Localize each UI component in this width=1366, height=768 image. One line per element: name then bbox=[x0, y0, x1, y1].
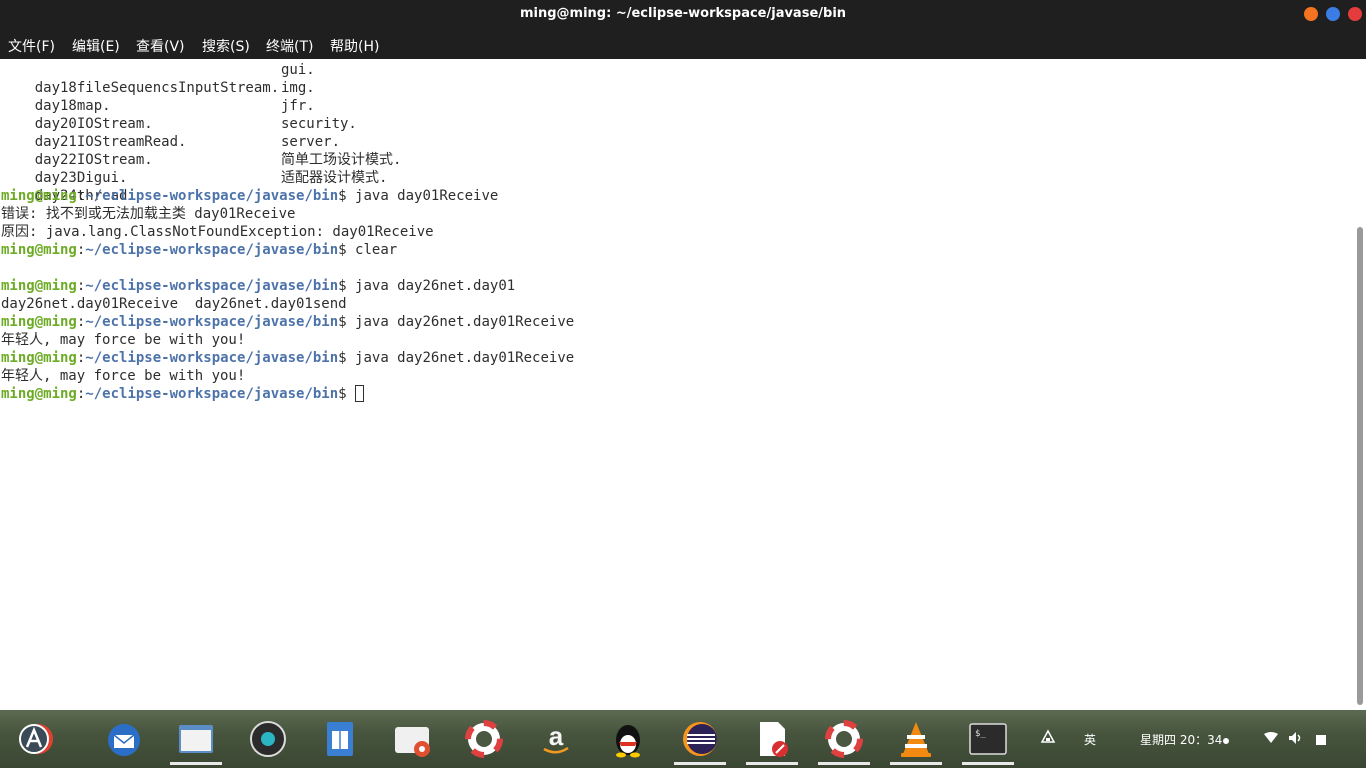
listing-right: 简单工场设计模式. bbox=[281, 152, 402, 168]
listing-row: day21IOStreamRead. security. bbox=[1, 115, 357, 150]
minimize-button[interactable] bbox=[1304, 7, 1318, 21]
running-indicator bbox=[746, 762, 798, 765]
prompt-user: ming@ming bbox=[1, 314, 77, 330]
volume-icon[interactable] bbox=[1288, 731, 1304, 748]
battery-icon[interactable] bbox=[1316, 734, 1326, 748]
prompt-path: ~/eclipse-workspace/javase/bin bbox=[85, 386, 339, 402]
prompt-user: ming@ming bbox=[1, 242, 77, 258]
amazon-icon[interactable]: a bbox=[536, 719, 576, 759]
running-indicator bbox=[170, 762, 222, 765]
prompt-path: ~/eclipse-workspace/javase/bin bbox=[85, 188, 339, 204]
close-button[interactable] bbox=[1348, 7, 1362, 21]
command-text: java day26net.day01Receive bbox=[355, 314, 575, 330]
prompt-path: ~/eclipse-workspace/javase/bin bbox=[85, 350, 339, 366]
prompt-user: ming@ming bbox=[1, 350, 77, 366]
input-method-indicator[interactable]: 英 bbox=[1084, 731, 1096, 748]
thunderbird-icon[interactable] bbox=[104, 719, 144, 759]
menu-terminal[interactable]: 终端(T) bbox=[266, 36, 313, 56]
prompt-line: ming@ming:~/eclipse-workspace/javase/bin… bbox=[1, 277, 515, 295]
prompt-dollar: $ bbox=[338, 242, 356, 258]
listing-right: jfr. bbox=[281, 98, 315, 114]
svg-text:$_: $_ bbox=[975, 729, 986, 739]
listing-right: security. bbox=[281, 116, 357, 132]
prompt-user: ming@ming bbox=[1, 386, 77, 402]
listing-row: day18fileSequencsInputStream. gui. bbox=[1, 61, 315, 96]
menu-edit[interactable]: 编辑(E) bbox=[72, 36, 120, 56]
prompt-line: ming@ming:~/eclipse-workspace/javase/bin… bbox=[1, 187, 498, 205]
listing-right: server. bbox=[281, 134, 341, 150]
running-indicator bbox=[962, 762, 1014, 765]
prompt-dollar: $ bbox=[338, 278, 356, 294]
prompt-line: ming@ming:~/eclipse-workspace/javase/bin… bbox=[1, 313, 574, 331]
text-cursor bbox=[355, 385, 365, 402]
listing-row: day23Digui. 简单工场设计模式. bbox=[1, 151, 402, 186]
listing-row: day22IOStream. server. bbox=[1, 133, 340, 168]
software-center-icon[interactable] bbox=[392, 719, 432, 759]
output-line: 年轻人, may force be with you! bbox=[1, 368, 246, 384]
clock[interactable]: 星期四 20：34 bbox=[1140, 731, 1222, 748]
rhythmbox-icon[interactable] bbox=[248, 719, 288, 759]
app-switcher-icon[interactable] bbox=[16, 719, 56, 759]
menu-view[interactable]: 查看(V) bbox=[136, 36, 185, 56]
output-line: 错误: 找不到或无法加载主类 day01Receive bbox=[1, 206, 296, 222]
listing-row: day20IOStream. jfr. bbox=[1, 97, 315, 132]
qq-icon[interactable] bbox=[608, 719, 648, 759]
running-indicator bbox=[890, 762, 942, 765]
prompt-dollar: $ bbox=[338, 350, 356, 366]
prompt-path: ~/eclipse-workspace/javase/bin bbox=[85, 242, 339, 258]
listing-right: gui. bbox=[281, 62, 315, 78]
wifi-icon[interactable] bbox=[1264, 732, 1278, 747]
menu-file[interactable]: 文件(F) bbox=[8, 36, 55, 56]
menu-search[interactable]: 搜索(S) bbox=[202, 36, 250, 56]
help-icon[interactable] bbox=[818, 719, 870, 765]
libreoffice-writer-icon[interactable] bbox=[320, 719, 360, 759]
prompt-line: ming@ming:~/eclipse-workspace/javase/bin… bbox=[1, 241, 397, 259]
prompt-line: ming@ming:~/eclipse-workspace/javase/bin… bbox=[1, 385, 365, 403]
command-text: java day01Receive bbox=[355, 188, 499, 204]
text-editor-icon[interactable] bbox=[746, 719, 798, 765]
taskbar: a $_ 英 星期四 20：34 bbox=[0, 710, 1366, 768]
prompt-dollar: $ bbox=[338, 188, 356, 204]
prompt-path: ~/eclipse-workspace/javase/bin bbox=[85, 278, 339, 294]
listing-row: day24thread. 适配器设计模式. bbox=[1, 169, 388, 204]
vertical-scrollbar[interactable] bbox=[1354, 59, 1366, 710]
terminal-area[interactable]: day18fileSequencsInputStream. gui. day18m… bbox=[0, 59, 1354, 710]
title-bar: ming@ming: ~/eclipse-workspace/javase/bi… bbox=[0, 0, 1366, 30]
keyboard-icon[interactable] bbox=[1040, 729, 1056, 748]
menu-help[interactable]: 帮助(H) bbox=[330, 36, 379, 56]
running-indicator bbox=[818, 762, 870, 765]
listing-right: 适配器设计模式. bbox=[281, 170, 388, 186]
prompt-dollar: $ bbox=[338, 386, 356, 402]
help-icon[interactable] bbox=[464, 719, 504, 759]
maximize-button[interactable] bbox=[1326, 7, 1340, 21]
command-text: java day26net.day01Receive bbox=[355, 350, 575, 366]
eclipse-icon[interactable] bbox=[674, 719, 726, 765]
scrollbar-thumb[interactable] bbox=[1357, 227, 1363, 705]
listing-row: day18map. img. bbox=[1, 79, 315, 114]
output-line: 年轻人, may force be with you! bbox=[1, 332, 246, 348]
running-indicator bbox=[674, 762, 726, 765]
notification-dot-icon bbox=[1222, 734, 1230, 748]
output-line: 原因: java.lang.ClassNotFoundException: da… bbox=[1, 224, 434, 240]
command-text: clear bbox=[355, 242, 398, 258]
files-icon[interactable] bbox=[170, 719, 222, 765]
output-line: day26net.day01Receive day26net.day01send bbox=[1, 296, 347, 312]
vlc-icon[interactable] bbox=[890, 719, 942, 765]
prompt-user: ming@ming bbox=[1, 278, 77, 294]
prompt-path: ~/eclipse-workspace/javase/bin bbox=[85, 314, 339, 330]
menu-bar: 文件(F) 编辑(E) 查看(V) 搜索(S) 终端(T) 帮助(H) bbox=[0, 30, 1366, 59]
listing-right: img. bbox=[281, 80, 315, 96]
prompt-dollar: $ bbox=[338, 314, 356, 330]
command-text: java day26net.day01 bbox=[355, 278, 516, 294]
svg-text:a: a bbox=[549, 721, 564, 751]
prompt-line: ming@ming:~/eclipse-workspace/javase/bin… bbox=[1, 349, 574, 367]
prompt-user: ming@ming bbox=[1, 188, 77, 204]
terminal-icon[interactable]: $_ bbox=[962, 719, 1014, 765]
window-title: ming@ming: ~/eclipse-workspace/javase/bi… bbox=[519, 6, 847, 21]
